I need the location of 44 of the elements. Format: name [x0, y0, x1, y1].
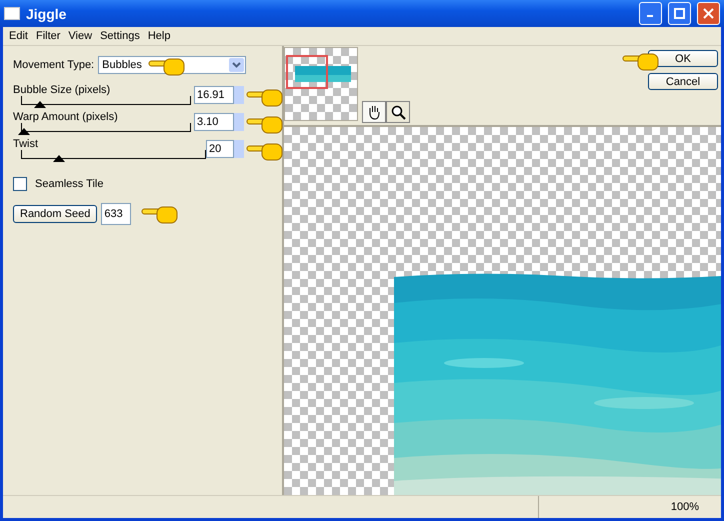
- slider-label: Twist: [13, 138, 38, 150]
- value-field[interactable]: 3.10: [194, 113, 234, 131]
- movement-type-label: Movement Type:: [13, 59, 94, 71]
- maximize-icon: [674, 8, 685, 19]
- slider-track[interactable]: [21, 96, 191, 105]
- pointing-hand-icon: [148, 56, 186, 76]
- search-icon: [390, 104, 406, 120]
- minimize-button[interactable]: [639, 2, 662, 25]
- menu-item[interactable]: Edit: [7, 30, 34, 42]
- value-field[interactable]: 20: [206, 140, 234, 158]
- menu-item[interactable]: Filter: [34, 30, 66, 42]
- menu-item[interactable]: View: [66, 30, 98, 42]
- slider-track[interactable]: [21, 150, 206, 159]
- cancel-button[interactable]: Cancel: [648, 73, 718, 90]
- pointing-hand-icon: [246, 141, 284, 161]
- slider-label: Warp Amount (pixels): [13, 111, 118, 123]
- close-button[interactable]: [697, 2, 720, 25]
- hand-icon: [367, 104, 381, 120]
- maximize-button[interactable]: [668, 2, 691, 25]
- seamless-tile-label: Seamless Tile: [35, 178, 104, 190]
- slider-thumb[interactable]: [18, 128, 30, 135]
- slider-thumb[interactable]: [34, 101, 46, 108]
- view-rectangle[interactable]: [286, 55, 328, 89]
- random-seed-button[interactable]: Random Seed: [13, 205, 98, 223]
- menu-item[interactable]: Help: [146, 30, 176, 42]
- pointing-hand-icon: [246, 114, 284, 134]
- pointing-hand-icon: [246, 87, 284, 107]
- navigator-thumbnail[interactable]: [284, 47, 358, 121]
- zoom-tool-button[interactable]: [386, 101, 410, 123]
- seed-field[interactable]: 633: [101, 203, 132, 225]
- chevron-down-icon: [232, 62, 242, 68]
- window-icon: [4, 7, 20, 20]
- window-title: Jiggle: [26, 6, 68, 22]
- slider-label: Bubble Size (pixels): [13, 84, 110, 96]
- seamless-tile-checkbox[interactable]: [13, 177, 27, 191]
- slider-thumb[interactable]: [52, 155, 65, 162]
- hand-tool-button[interactable]: [362, 101, 386, 123]
- zoom-level-text: 100%: [670, 501, 699, 513]
- pointing-hand-icon: [622, 51, 660, 71]
- value-field[interactable]: 16.91: [194, 86, 234, 104]
- close-icon: [703, 8, 714, 19]
- menu-item[interactable]: Settings: [98, 30, 146, 42]
- pointing-hand-icon: [141, 204, 179, 224]
- slider-track[interactable]: [21, 123, 191, 132]
